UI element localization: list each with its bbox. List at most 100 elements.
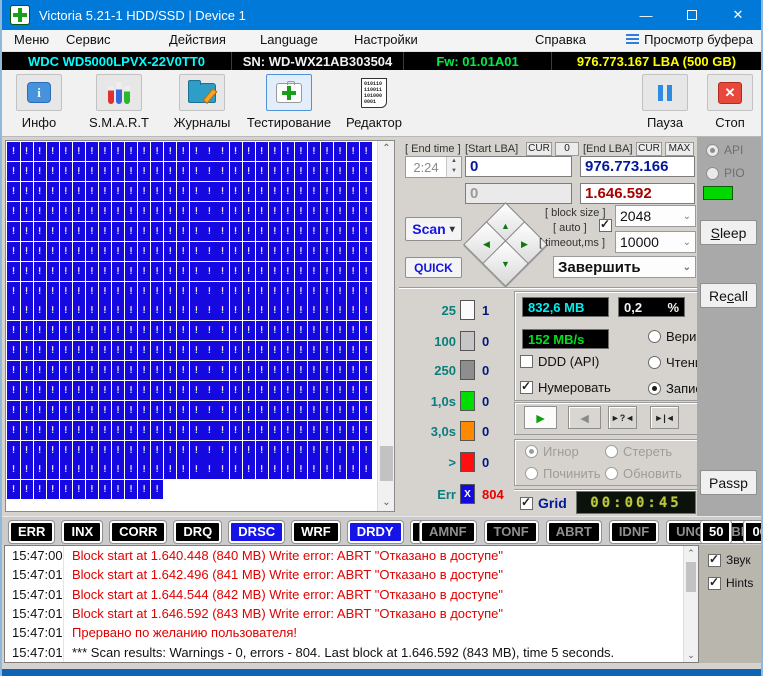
sound-checkbox[interactable] — [708, 554, 721, 567]
stop-button[interactable]: ✕ Стоп — [702, 74, 758, 130]
error-exclamation-icon: ! — [12, 385, 15, 396]
log-row[interactable]: 15:47:01 *** Scan results: Warnings - 0,… — [5, 642, 698, 661]
smart-button[interactable]: S.M.A.R.T — [81, 74, 157, 130]
scan-block: ! — [243, 162, 255, 181]
log-row[interactable]: 15:47:01 Block start at 1.642.496 (841 M… — [5, 565, 698, 584]
grid-checkbox[interactable] — [520, 497, 533, 510]
recall-button[interactable]: Recall — [700, 283, 757, 308]
grid-checkbox-row[interactable]: Grid — [520, 495, 567, 511]
menu-item[interactable]: Действия — [169, 32, 226, 47]
scroll-up-icon[interactable]: ⌃ — [378, 141, 395, 157]
pause-button[interactable]: Пауза — [636, 74, 694, 130]
scroll-down-icon[interactable]: ⌄ — [684, 648, 698, 662]
sound-checkbox-row[interactable]: Звук — [708, 553, 751, 567]
maximize-button[interactable] — [669, 0, 715, 30]
end-lba-cur-button[interactable]: CUR — [636, 142, 662, 156]
log-row[interactable]: 15:47:01 Прервано по желанию пользовател… — [5, 623, 698, 642]
scan-block: ! — [164, 441, 176, 460]
sleep-button[interactable]: Sleep — [700, 220, 757, 245]
ddd-api-checkbox-row[interactable]: DDD (API) — [520, 354, 611, 369]
menu-item[interactable]: Справка — [535, 32, 586, 47]
scroll-up-icon[interactable]: ⌃ — [684, 546, 698, 560]
close-button[interactable]: ✕ — [715, 0, 761, 30]
start-lba-input[interactable]: 0 — [465, 156, 572, 177]
testing-button[interactable]: Тестирование — [241, 74, 337, 130]
menu-item[interactable]: Сервис — [66, 32, 111, 47]
block-size-select[interactable]: 2048⌄ — [615, 205, 696, 227]
end-time-spinner[interactable]: 2:24 ▲▼ — [405, 156, 462, 178]
error-exclamation-icon: ! — [51, 286, 54, 297]
scan-block: ! — [256, 401, 268, 420]
error-exclamation-icon: ! — [338, 166, 341, 177]
scan-button[interactable]: Scan — [405, 217, 462, 241]
menu-item[interactable]: Language — [260, 32, 318, 47]
spinner-arrows-icon[interactable]: ▲▼ — [446, 157, 461, 177]
error-exclamation-icon: ! — [77, 305, 80, 316]
journals-button[interactable]: Журналы — [166, 74, 238, 130]
start-lba-cur-button[interactable]: CUR — [526, 142, 552, 156]
random-seek-button[interactable]: ►?◄ — [608, 406, 637, 429]
scan-block: ! — [164, 301, 176, 320]
start-forward-button[interactable]: ► — [524, 406, 557, 429]
passp-button[interactable]: Passp — [700, 470, 757, 495]
error-exclamation-icon: ! — [25, 226, 28, 237]
action-select[interactable]: Завершить⌄ — [553, 256, 696, 278]
minimize-button[interactable]: — — [623, 0, 669, 30]
error-exclamation-icon: ! — [247, 305, 250, 316]
numerate-checkbox[interactable] — [520, 381, 533, 394]
error-exclamation-icon: ! — [169, 186, 172, 197]
log-row[interactable]: 15:47:01 Block start at 1.644.544 (842 M… — [5, 585, 698, 604]
error-exclamation-icon: ! — [51, 484, 54, 495]
error-exclamation-icon: ! — [182, 226, 185, 237]
hints-checkbox[interactable] — [708, 577, 721, 590]
percent-unit: % — [667, 300, 679, 315]
scan-block: ! — [243, 142, 255, 161]
numerate-checkbox-row[interactable]: Нумеровать — [520, 380, 611, 395]
api-radio[interactable]: API — [706, 143, 743, 157]
ddd-api-checkbox[interactable] — [520, 355, 533, 368]
pio-radio[interactable]: PIO — [706, 166, 745, 180]
hints-checkbox-row[interactable]: Hints — [708, 576, 753, 590]
error-exclamation-icon: ! — [195, 445, 198, 456]
scroll-down-icon[interactable]: ⌄ — [378, 495, 395, 511]
hints-label: Hints — [726, 576, 753, 590]
menu-item[interactable]: Настройки — [354, 32, 418, 47]
menu-item[interactable]: Меню — [14, 32, 49, 47]
end-lba-input[interactable]: 976.773.166 — [580, 156, 695, 177]
error-exclamation-icon: ! — [90, 166, 93, 177]
butterfly-seek-button[interactable]: ►|◄ — [650, 406, 679, 429]
quick-button[interactable]: QUICK — [405, 257, 462, 278]
error-exclamation-icon: ! — [351, 345, 354, 356]
log-scroll-thumb[interactable] — [686, 562, 696, 592]
start-lba-zero-button[interactable]: 0 — [555, 142, 579, 156]
error-exclamation-icon: ! — [299, 405, 302, 416]
scan-block: ! — [321, 341, 333, 360]
error-exclamation-icon: ! — [103, 325, 106, 336]
error-exclamation-icon: ! — [351, 365, 354, 376]
buffer-view-button[interactable]: Просмотр буфера — [626, 32, 753, 47]
scan-block: ! — [190, 381, 202, 400]
stat-color-block — [460, 452, 475, 472]
grid-scroll-thumb[interactable] — [380, 446, 393, 481]
scan-block: ! — [230, 441, 242, 460]
grid-scrollbar[interactable]: ⌃ ⌄ — [377, 141, 394, 511]
scan-block: ! — [7, 460, 19, 479]
start-backward-button[interactable]: ◄ — [568, 406, 601, 429]
error-exclamation-icon: ! — [129, 425, 132, 436]
log-scrollbar[interactable]: ⌃ ⌄ — [683, 546, 698, 662]
scan-block: ! — [256, 381, 268, 400]
scan-block: ! — [308, 162, 320, 181]
timeout-select[interactable]: 10000⌄ — [615, 231, 696, 253]
scan-block: ! — [86, 242, 98, 261]
log-row[interactable]: 15:47:00 Block start at 1.640.448 (840 M… — [5, 546, 698, 565]
log-row[interactable]: 15:47:01 Block start at 1.646.592 (843 M… — [5, 604, 698, 623]
end-lba-max-button[interactable]: MAX — [665, 142, 694, 156]
editor-button[interactable]: 010110 110011 101000 0001 Редактор — [341, 74, 407, 130]
scan-block: ! — [21, 421, 33, 440]
scan-block: ! — [86, 480, 98, 499]
info-button[interactable]: i Инфо — [8, 74, 70, 130]
radio-icon — [706, 167, 719, 180]
auto-checkbox[interactable] — [599, 219, 612, 232]
error-exclamation-icon: ! — [286, 385, 289, 396]
scan-block: ! — [21, 222, 33, 241]
